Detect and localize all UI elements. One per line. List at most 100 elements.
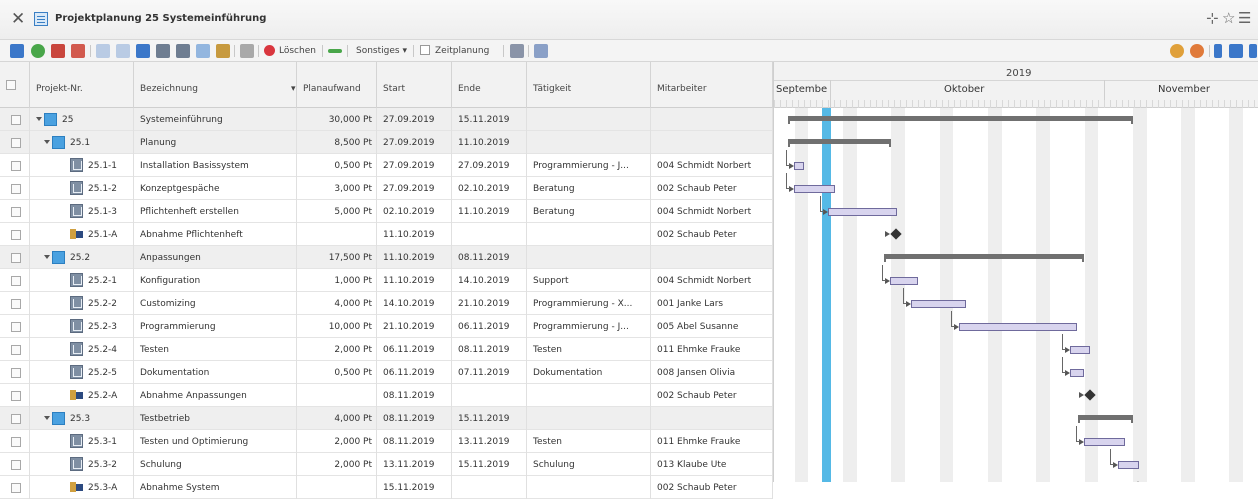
- table-row[interactable]: 25.1-1 Installation Basissystem 0,500 Pt 27…: [0, 154, 773, 177]
- row-checkbox[interactable]: [11, 437, 21, 447]
- outdent-icon[interactable]: [116, 44, 130, 58]
- table-row[interactable]: 25.2-4 Testen 2,000 Pt 06.11.2019 08.11.2019…: [0, 338, 773, 361]
- column-header-effort[interactable]: ▾ Planaufwand: [291, 62, 377, 108]
- task-bar[interactable]: [793, 185, 836, 193]
- copy-icon[interactable]: [196, 44, 210, 58]
- zoom-out-icon[interactable]: [1190, 44, 1204, 58]
- menu-icon[interactable]: ☰: [1238, 10, 1251, 26]
- task-bar[interactable]: [911, 300, 967, 308]
- row-checkbox[interactable]: [11, 483, 21, 493]
- table-row[interactable]: 25.2-2 Customizing 4,000 Pt 14.10.2019 21.10…: [0, 292, 773, 315]
- zoom-in-icon[interactable]: [1170, 44, 1184, 58]
- column-header-end[interactable]: Ende: [452, 62, 527, 108]
- star-icon[interactable]: ☆: [1222, 10, 1235, 26]
- cell-effort: 0,500 Pt: [297, 154, 377, 177]
- gantt-header-divider: [774, 80, 1258, 81]
- task-bar[interactable]: [793, 162, 804, 170]
- table-row[interactable]: 25.3 Testbetrieb 4,000 Pt 08.11.2019 15.11.2…: [0, 407, 773, 430]
- task-bar[interactable]: [828, 208, 898, 216]
- cell-nr: 25.3-A: [30, 476, 134, 499]
- refresh-icon[interactable]: [31, 44, 45, 58]
- table-row[interactable]: 25.1-3 Pflichtenheft erstellen 5,000 Pt 02.…: [0, 200, 773, 223]
- first-icon[interactable]: [1214, 44, 1222, 58]
- end-value: 27.09.2019: [458, 161, 510, 171]
- task-bar[interactable]: [959, 323, 1077, 331]
- print-icon[interactable]: [510, 44, 524, 58]
- brush-icon[interactable]: [534, 44, 548, 58]
- cell-name: Planung: [134, 131, 297, 154]
- row-checkbox[interactable]: [11, 345, 21, 355]
- indent-icon[interactable]: [96, 44, 110, 58]
- row-checkbox[interactable]: [11, 207, 21, 217]
- table-row[interactable]: 25.2-5 Dokumentation 0,500 Pt 06.11.2019 07.…: [0, 361, 773, 384]
- new-subtask-icon[interactable]: [176, 44, 190, 58]
- save-icon[interactable]: [10, 44, 24, 58]
- row-checkbox[interactable]: [11, 414, 21, 424]
- column-header-name[interactable]: Bezeichnung: [134, 62, 297, 108]
- remove-user-icon[interactable]: [71, 44, 85, 58]
- task-bar[interactable]: [890, 277, 918, 285]
- cell-nr: 25.2-4: [30, 338, 134, 361]
- table-row[interactable]: 25.3-A Abnahme System 15.11.2019 002 Schaub…: [0, 476, 773, 499]
- table-row[interactable]: 25.3-2 Schulung 2,000 Pt 13.11.2019 15.11.20…: [0, 453, 773, 476]
- row-checkbox[interactable]: [11, 138, 21, 148]
- delete-button[interactable]: Löschen: [279, 46, 316, 56]
- table-row[interactable]: 25.2 Anpassungen 17,500 Pt 11.10.2019 08.11.…: [0, 246, 773, 269]
- pin-icon[interactable]: ⊹: [1206, 10, 1219, 26]
- row-checkbox[interactable]: [11, 276, 21, 286]
- row-checkbox[interactable]: [11, 230, 21, 240]
- expand-toggle-icon[interactable]: [44, 416, 50, 420]
- table-row[interactable]: 25.2-3 Programmierung 10,000 Pt 21.10.2019 0…: [0, 315, 773, 338]
- name-value: Programmierung: [140, 322, 216, 332]
- cell-name: Testen: [134, 338, 297, 361]
- fit-icon[interactable]: [1229, 44, 1243, 58]
- new-milestone-icon[interactable]: [216, 44, 230, 58]
- expand-toggle-icon[interactable]: [36, 117, 42, 121]
- row-checkbox[interactable]: [11, 184, 21, 194]
- expand-toggle-icon[interactable]: [44, 255, 50, 259]
- expand-toggle-icon[interactable]: [44, 140, 50, 144]
- link-icon[interactable]: [328, 49, 342, 53]
- row-checkbox[interactable]: [11, 460, 21, 470]
- row-checkbox[interactable]: [11, 322, 21, 332]
- sort-desc-icon: ▾: [291, 84, 296, 94]
- list-icon[interactable]: [240, 44, 254, 58]
- delete-icon[interactable]: [264, 45, 275, 56]
- new-task-icon[interactable]: [156, 44, 170, 58]
- row-checkbox[interactable]: [11, 368, 21, 378]
- task-bar[interactable]: [1069, 369, 1084, 377]
- task-bar[interactable]: [1083, 438, 1125, 446]
- select-all-checkbox[interactable]: [6, 80, 16, 90]
- table-row[interactable]: 25 Systemeinführung 30,000 Pt 27.09.2019 15.…: [0, 108, 773, 131]
- table-row[interactable]: 25.1-A Abnahme Pflichtenheft 11.10.2019 002…: [0, 223, 773, 246]
- misc-dropdown[interactable]: Sonstiges ▾: [356, 46, 407, 56]
- table-row[interactable]: 25.2-1 Konfiguration 1,000 Pt 11.10.2019 14.…: [0, 269, 773, 292]
- timeplan-checkbox[interactable]: [420, 45, 430, 55]
- row-checkbox[interactable]: [11, 161, 21, 171]
- table-row[interactable]: 25.1-2 Konzeptgespäche 3,000 Pt 27.09.2019 0…: [0, 177, 773, 200]
- column-header-employee[interactable]: Mitarbeiter: [651, 62, 773, 108]
- table-row[interactable]: 25.3-1 Testen und Optimierung 2,000 Pt 08.1…: [0, 430, 773, 453]
- end-value: 06.11.2019: [458, 322, 510, 332]
- table-row[interactable]: 25.1 Planung 8,500 Pt 27.09.2019 11.10.2019: [0, 131, 773, 154]
- last-icon[interactable]: [1249, 44, 1257, 58]
- column-header-activity[interactable]: Tätigkeit: [527, 62, 651, 108]
- row-checkbox[interactable]: [11, 299, 21, 309]
- cell-effort: 4,000 Pt: [297, 407, 377, 430]
- row-checkbox[interactable]: [11, 115, 21, 125]
- cell-activity: [527, 223, 651, 246]
- column-header-nr[interactable]: Projekt-Nr.: [30, 62, 134, 108]
- close-icon[interactable]: ✕: [11, 10, 25, 28]
- column-header-start[interactable]: Start: [377, 62, 452, 108]
- summary-task-icon: [52, 251, 65, 264]
- employee-value: 013 Klaube Ute: [657, 460, 727, 470]
- new-summary-icon[interactable]: [136, 44, 150, 58]
- timeplan-label[interactable]: Zeitplanung: [435, 46, 489, 56]
- add-user-icon[interactable]: [51, 44, 65, 58]
- table-row[interactable]: 25.2-A Abnahme Anpassungen 08.11.2019 002 S…: [0, 384, 773, 407]
- task-bar[interactable]: [1118, 461, 1139, 469]
- row-checkbox[interactable]: [11, 391, 21, 401]
- project-number: 25.2-4: [88, 345, 118, 355]
- task-bar[interactable]: [1069, 346, 1091, 354]
- row-checkbox[interactable]: [11, 253, 21, 263]
